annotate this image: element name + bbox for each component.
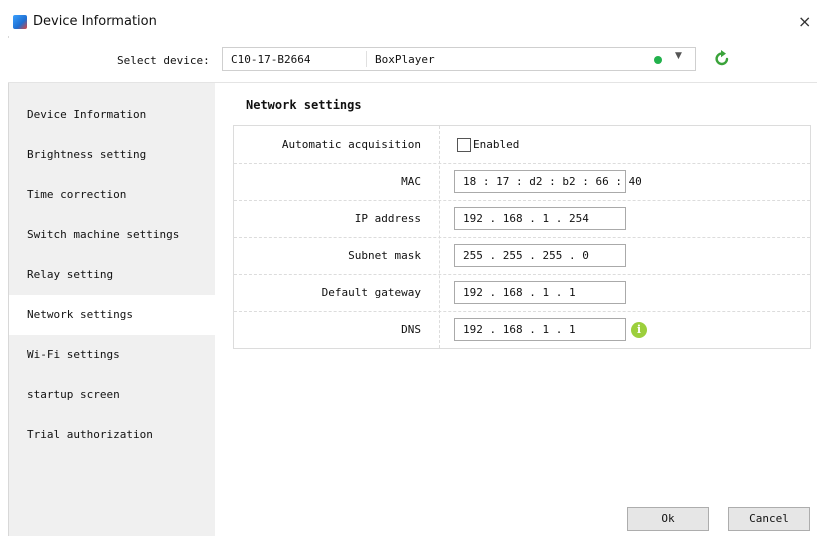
sidebar-item-relay-setting[interactable]: Relay setting [9, 255, 215, 295]
row-automatic-acquisition: Automatic acquisition Enabled [234, 126, 810, 164]
device-id: C10-17-B2664 [231, 53, 311, 66]
close-icon[interactable]: × [798, 12, 811, 31]
device-selector-row: Select device: C10-17-B2664 BoxPlayer ▼ [8, 38, 817, 83]
row-ip-address: IP address 192 . 168 . 1 . 254 [234, 200, 810, 238]
dns-label: DNS [401, 323, 421, 336]
sidebar-item-label: startup screen [27, 388, 120, 401]
sidebar-item-label: Wi-Fi settings [27, 348, 120, 361]
mac-label: MAC [401, 175, 421, 188]
section-title: Network settings [246, 98, 362, 112]
online-status-icon [654, 56, 662, 64]
row-mac: MAC 18 : 17 : d2 : b2 : 66 : 40 [234, 163, 810, 201]
ip-address-field[interactable]: 192 . 168 . 1 . 254 [454, 207, 626, 230]
mac-field[interactable]: 18 : 17 : d2 : b2 : 66 : 40 [454, 170, 642, 193]
sidebar-item-time-correction[interactable]: Time correction [9, 175, 215, 215]
sidebar-item-label: Switch machine settings [27, 228, 180, 241]
sidebar: Device Information Brightness setting Ti… [9, 83, 215, 536]
enabled-checkbox-label[interactable]: Enabled [473, 138, 519, 151]
ip-address-label: IP address [354, 212, 421, 225]
device-type: BoxPlayer [375, 53, 435, 66]
sidebar-item-brightness-setting[interactable]: Brightness setting [9, 135, 215, 175]
subnet-mask-field[interactable]: 255 . 255 . 255 . 0 [454, 244, 626, 267]
sidebar-item-label: Network settings [27, 308, 133, 321]
window-title: Device Information [33, 14, 157, 29]
subnet-mask-label: Subnet mask [348, 249, 421, 262]
mac-value: 18 : 17 : d2 : b2 : 66 : 40 [463, 175, 642, 188]
sidebar-item-startup-screen[interactable]: startup screen [9, 375, 215, 415]
subnet-mask-value: 255 . 255 . 255 . 0 [463, 249, 589, 262]
device-select[interactable]: C10-17-B2664 BoxPlayer ▼ [222, 47, 696, 71]
network-settings-panel: Network settings Automatic acquisition E… [216, 83, 817, 536]
default-gateway-label: Default gateway [321, 286, 421, 299]
sidebar-item-wifi-settings[interactable]: Wi-Fi settings [9, 335, 215, 375]
default-gateway-value: 192 . 168 . 1 . 1 [463, 286, 576, 299]
app-icon [13, 15, 27, 29]
row-dns: DNS 192 . 168 . 1 . 1 i [234, 311, 810, 348]
enabled-checkbox[interactable] [457, 138, 471, 152]
sidebar-item-label: Brightness setting [27, 148, 147, 161]
cancel-button[interactable]: Cancel [728, 507, 810, 531]
sidebar-item-label: Relay setting [27, 268, 114, 281]
sidebar-item-label: Trial authorization [27, 428, 153, 441]
automatic-acquisition-label: Automatic acquisition [281, 138, 421, 151]
window-left-edge [0, 36, 9, 536]
ip-address-value: 192 . 168 . 1 . 254 [463, 212, 589, 225]
dns-field[interactable]: 192 . 168 . 1 . 1 [454, 318, 626, 341]
dns-value: 192 . 168 . 1 . 1 [463, 323, 576, 336]
sidebar-item-label: Device Information [27, 108, 147, 121]
default-gateway-field[interactable]: 192 . 168 . 1 . 1 [454, 281, 626, 304]
refresh-icon[interactable] [714, 49, 730, 67]
row-default-gateway: Default gateway 192 . 168 . 1 . 1 [234, 274, 810, 312]
combo-divider [366, 51, 367, 67]
sidebar-item-network-settings[interactable]: Network settings [9, 295, 215, 335]
sidebar-item-trial-authorization[interactable]: Trial authorization [9, 415, 215, 455]
chevron-down-icon[interactable]: ▼ [675, 51, 682, 61]
title-bar: Device Information × [0, 0, 817, 36]
network-form: Automatic acquisition Enabled MAC 18 : 1… [233, 125, 811, 349]
row-subnet-mask: Subnet mask 255 . 255 . 255 . 0 [234, 237, 810, 275]
ok-button[interactable]: Ok [627, 507, 709, 531]
info-icon[interactable]: i [631, 322, 647, 338]
sidebar-item-device-information[interactable]: Device Information [9, 95, 215, 135]
sidebar-item-label: Time correction [27, 188, 127, 201]
sidebar-item-switch-machine-settings[interactable]: Switch machine settings [9, 215, 215, 255]
select-device-label: Select device: [117, 54, 210, 67]
